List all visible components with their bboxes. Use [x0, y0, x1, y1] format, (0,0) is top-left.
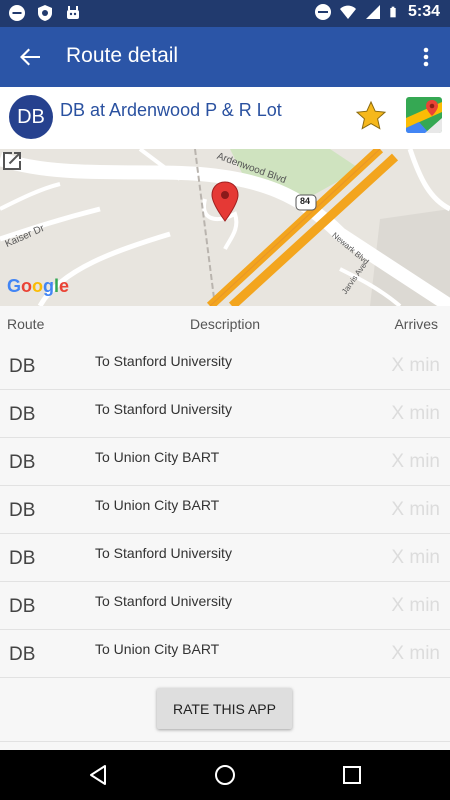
- highway-shield: 84: [300, 196, 311, 206]
- table-row[interactable]: DB To Stanford University X min: [0, 390, 450, 438]
- row-description: To Stanford University: [95, 401, 232, 417]
- route-badge: DB: [9, 95, 53, 139]
- row-description: To Stanford University: [95, 545, 232, 561]
- stop-name: DB at Ardenwood P & R Lot: [60, 100, 282, 120]
- row-description: To Union City BART: [95, 497, 220, 513]
- google-logo: Google: [7, 276, 70, 296]
- page-title: Route detail: [66, 44, 179, 67]
- row-arrives: X min: [391, 499, 440, 520]
- star-icon[interactable]: [355, 100, 387, 132]
- row-route: DB: [9, 644, 36, 665]
- shield-icon: [38, 5, 52, 21]
- row-arrives: X min: [391, 595, 440, 616]
- table-header: Route Description Arrives: [0, 306, 450, 342]
- row-arrives: X min: [391, 547, 440, 568]
- table-row[interactable]: DB To Union City BART X min: [0, 486, 450, 534]
- signal-icon: [365, 5, 380, 19]
- row-route: DB: [9, 548, 36, 569]
- table-row[interactable]: DB To Stanford University X min: [0, 534, 450, 582]
- row-route: DB: [9, 404, 36, 425]
- map-view[interactable]: Ardenwood Blvd Kaiser Dr Newark Blvd Jar…: [0, 149, 450, 306]
- status-time: 5:34: [407, 3, 440, 20]
- table-row[interactable]: DB To Stanford University X min: [0, 582, 450, 630]
- open-external-icon[interactable]: [0, 149, 24, 173]
- row-route: DB: [9, 596, 36, 617]
- row-description: To Stanford University: [95, 353, 232, 369]
- app-bar: Route detail: [0, 27, 450, 87]
- arrow-back-icon[interactable]: [14, 41, 46, 73]
- table-row[interactable]: DB To Union City BART X min: [0, 630, 450, 678]
- battery-icon: [390, 6, 396, 18]
- system-nav-bar: [0, 750, 450, 800]
- table-row[interactable]: DB To Union City BART X min: [0, 438, 450, 486]
- nav-home-icon[interactable]: [213, 763, 237, 787]
- rate-area: RATE THIS APP: [0, 678, 450, 742]
- row-route: DB: [9, 356, 36, 377]
- header-arrives: Arrives: [394, 316, 438, 332]
- row-arrives: X min: [391, 355, 440, 376]
- header-route: Route: [7, 316, 45, 332]
- row-arrives: X min: [391, 403, 440, 424]
- header-description: Description: [190, 316, 261, 332]
- minus-circle-icon: [9, 5, 25, 21]
- more-vert-icon[interactable]: [414, 41, 438, 73]
- arrivals-list: DB To Stanford University X min DB To St…: [0, 342, 450, 678]
- android-icon: [67, 6, 79, 19]
- row-route: DB: [9, 500, 36, 521]
- row-description: To Union City BART: [95, 449, 220, 465]
- stop-header: DB DB at Ardenwood P & R Lot: [0, 87, 450, 149]
- row-arrives: X min: [391, 643, 440, 664]
- row-description: To Stanford University: [95, 593, 232, 609]
- row-arrives: X min: [391, 451, 440, 472]
- google-maps-icon[interactable]: [405, 96, 443, 134]
- nav-back-icon[interactable]: [86, 763, 110, 787]
- nav-recents-icon[interactable]: [340, 763, 364, 787]
- wifi-icon: [339, 5, 356, 19]
- row-description: To Union City BART: [95, 641, 220, 657]
- status-bar: 5:34: [0, 0, 450, 27]
- rate-app-button[interactable]: RATE THIS APP: [157, 688, 292, 729]
- row-route: DB: [9, 452, 36, 473]
- screen: 5:34 Route detail DB DB at Ardenwood P &…: [0, 0, 450, 800]
- do-not-disturb-icon: [314, 4, 331, 20]
- table-row[interactable]: DB To Stanford University X min: [0, 342, 450, 390]
